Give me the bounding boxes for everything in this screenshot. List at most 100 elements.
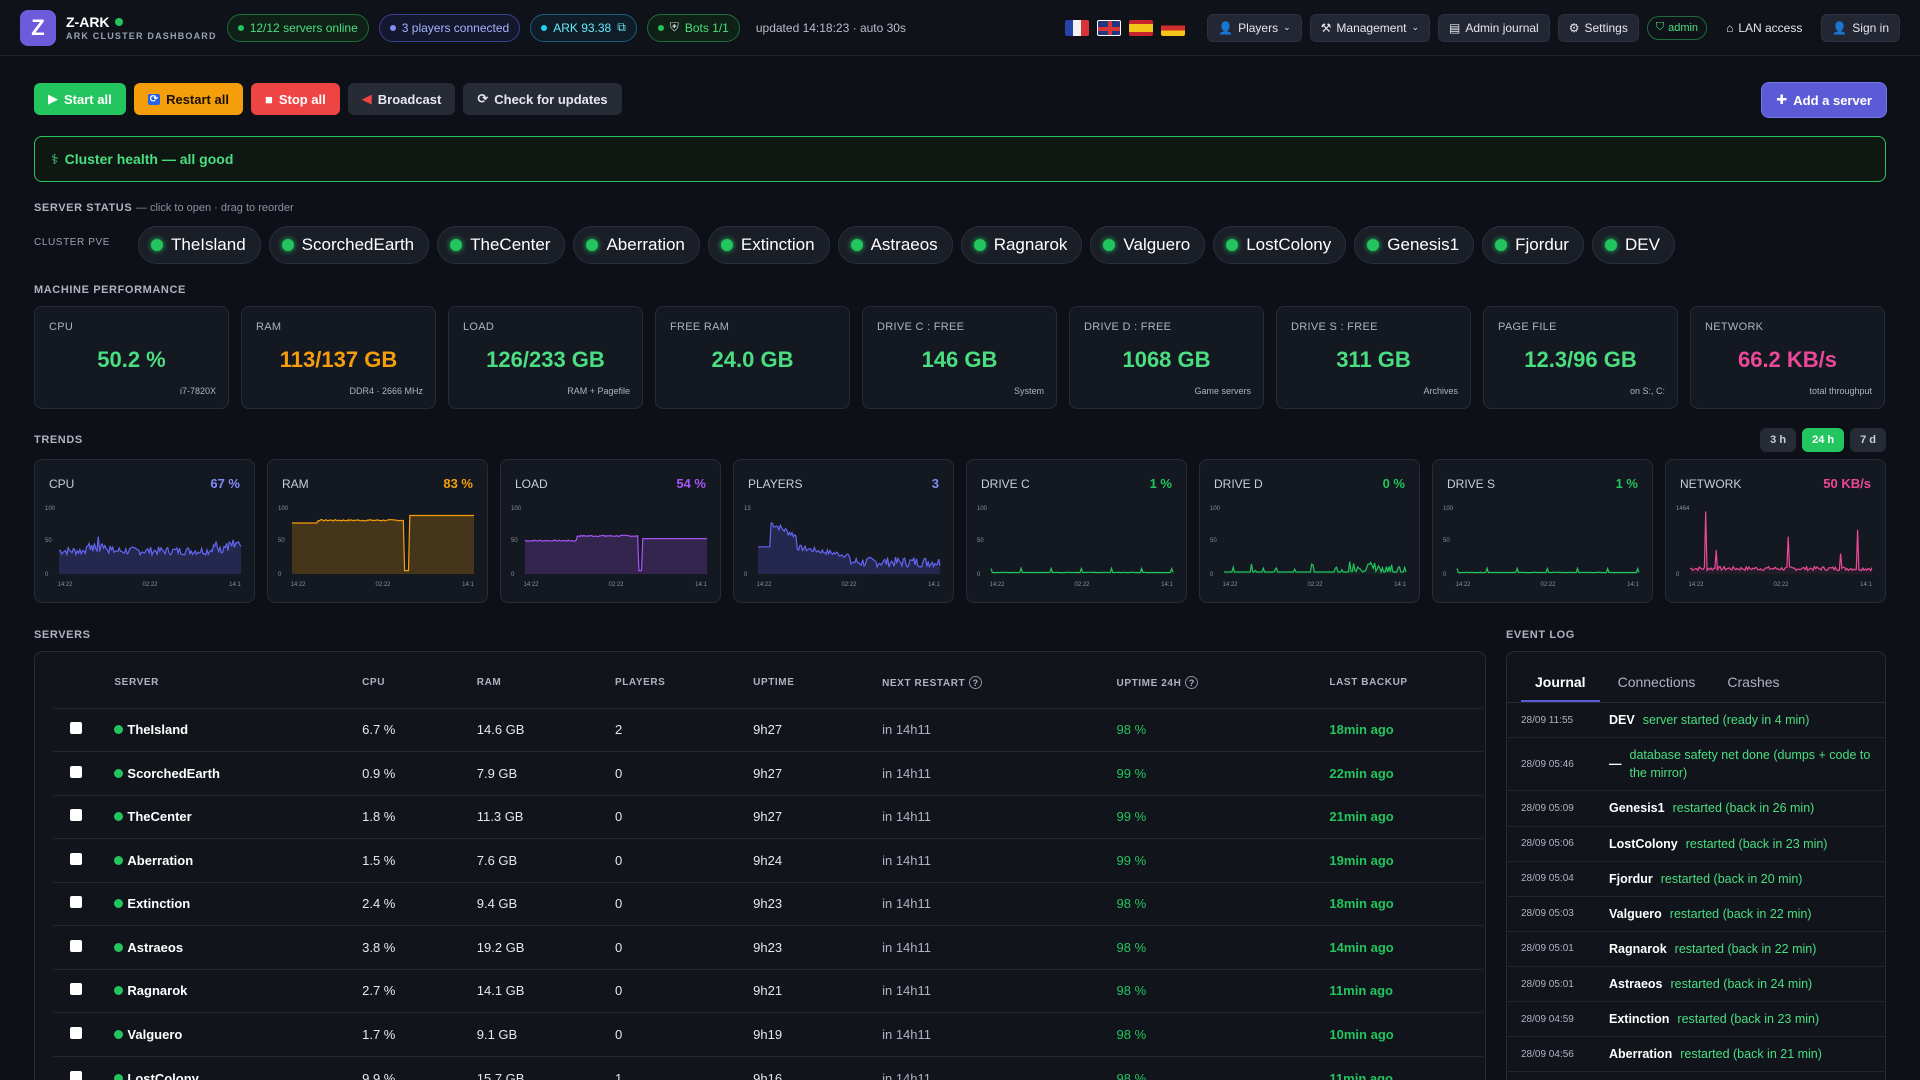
y-axis-zero-label: 0 [1210, 572, 1214, 578]
server-chip[interactable]: Aberration [573, 226, 700, 264]
column-header: RAM [477, 652, 615, 708]
server-name[interactable]: Ragnarok [114, 983, 362, 998]
trend-card-value: 1 % [1149, 476, 1172, 491]
server-chip[interactable]: ScorchedEarth [268, 226, 430, 264]
server-chip[interactable]: Ragnarok [960, 226, 1083, 264]
server-name[interactable]: Aberration [114, 853, 362, 868]
performance-card-value: 113/137 GB [279, 347, 398, 372]
players-connected-pill[interactable]: 3 players connected [378, 13, 521, 42]
settings-button[interactable]: ⚙ Settings [1557, 13, 1639, 42]
broadcast-button[interactable]: ◀ Broadcast [347, 83, 456, 115]
flag-fr-icon[interactable] [1065, 19, 1090, 36]
server-chip[interactable]: Extinction [707, 226, 830, 264]
admin-journal-button[interactable]: ▤ Admin journal [1438, 13, 1550, 42]
server-name[interactable]: Astraeos [114, 940, 362, 955]
row-checkbox[interactable] [70, 1070, 82, 1080]
event-log-item: 28/09 05:06 LostColony restarted (back in … [1507, 827, 1885, 862]
row-checkbox[interactable] [70, 722, 82, 735]
row-checkbox[interactable] [70, 765, 82, 778]
check-updates-button[interactable]: ⟳ Check for updates [463, 83, 622, 115]
server-name[interactable]: Valguero [114, 1027, 362, 1042]
server-name[interactable]: ScorchedEarth [114, 766, 362, 781]
bots-pill[interactable]: ⛨ Bots 1/1 [646, 13, 740, 42]
trend-card-value: 54 % [676, 476, 706, 491]
start-all-button[interactable]: ▶ Start all [34, 83, 126, 115]
performance-card-label: CPU [49, 321, 74, 333]
tab-crashes[interactable]: Crashes [1713, 666, 1793, 702]
cell-players: 0 [614, 1012, 754, 1056]
cell-up24: 98 % [1116, 925, 1330, 969]
server-chip[interactable]: Genesis1 [1354, 226, 1475, 264]
server-chip[interactable]: TheCenter [437, 226, 566, 264]
table-row[interactable]: Valguero 1.7 % 9.1 GB 0 9h19 in 14h11 98 % 10mi… [53, 1012, 1483, 1056]
servers-table: SERVER CPU RAM PLAYERS UPTIME NEXT RESTART? UP… [53, 652, 1483, 1080]
cluster-health-banner: ⚕ Cluster health — all good [34, 136, 1886, 182]
table-row[interactable]: ScorchedEarth 0.9 % 7.9 GB 0 9h27 in 14h11 99 … [53, 751, 1483, 795]
flag-es-icon[interactable] [1129, 19, 1154, 36]
lan-access-button[interactable]: ⌂ LAN access [1715, 14, 1813, 42]
table-row[interactable]: TheCenter 1.8 % 11.3 GB 0 9h27 in 14h11 99 % 21… [53, 794, 1483, 839]
server-chip[interactable]: TheIsland [138, 226, 261, 264]
server-chip[interactable]: Valguero [1090, 226, 1206, 264]
players-menu-button[interactable]: 👤 Players ⌄ [1207, 13, 1302, 42]
table-row[interactable]: Astraeos 3.8 % 19.2 GB 0 9h23 in 14h11 98 % 14m… [53, 925, 1483, 969]
event-server: Extinction [1609, 1012, 1670, 1027]
status-dot-icon [114, 942, 124, 952]
table-row[interactable]: LostColony 9.9 % 15.7 GB 1 9h16 in 14h11 98 % 1… [53, 1055, 1483, 1080]
flag-de-icon[interactable] [1161, 19, 1186, 36]
app-logo[interactable]: Z [20, 9, 56, 46]
performance-card: FREE RAM 24.0 GB [655, 306, 850, 409]
cell-cpu: 6.7 % [362, 707, 477, 752]
range-button[interactable]: 24 h [1802, 428, 1845, 452]
event-time: 28/09 04:59 [1521, 1013, 1574, 1025]
management-menu-button[interactable]: ⚒ Management ⌄ [1309, 13, 1430, 42]
y-axis-zero-label: 0 [511, 572, 515, 578]
server-name[interactable]: LostColony [114, 1071, 362, 1080]
servers-online-pill[interactable]: 12/12 servers online [226, 13, 369, 42]
column-header-label: UPTIME 24H [1116, 678, 1182, 690]
cell-next: in 14h11 [882, 838, 1117, 882]
ark-version-pill[interactable]: ARK 93.38 ⧉ [530, 13, 637, 42]
table-row[interactable]: Aberration 1.5 % 7.6 GB 0 9h24 in 14h11 99 % 19… [53, 838, 1483, 882]
table-row[interactable]: Ragnarok 2.7 % 14.1 GB 0 9h21 in 14h11 98 % 11m… [53, 968, 1483, 1013]
row-checkbox[interactable] [70, 939, 82, 952]
row-checkbox-cell [53, 751, 115, 795]
trend-card: DRIVE C 1 % 100 50 0 14:22 02:22 14:1 [966, 459, 1187, 603]
help-icon[interactable]: ? [969, 676, 983, 690]
restart-all-button[interactable]: ⟳ Restart all [133, 83, 243, 115]
column-header-label: CPU [362, 677, 386, 689]
server-name[interactable]: TheIsland [114, 722, 362, 737]
checkbox-column-header [53, 652, 114, 708]
event-server: — [1609, 757, 1622, 772]
server-chip[interactable]: LostColony [1213, 226, 1347, 264]
sign-in-button[interactable]: 👤 Sign in [1821, 13, 1900, 42]
table-row[interactable]: TheIsland 6.7 % 14.6 GB 2 9h27 in 14h11 98 % 18… [53, 707, 1483, 752]
server-chip[interactable]: DEV [1591, 226, 1675, 264]
flag-en-icon[interactable] [1097, 19, 1122, 36]
row-checkbox[interactable] [70, 1026, 82, 1039]
y-axis-max-label: 100 [977, 506, 988, 512]
table-row[interactable]: Extinction 2.4 % 9.4 GB 0 9h23 in 14h11 98 % 18… [53, 881, 1483, 926]
app-subtitle: ARK CLUSTER DASHBOARD [66, 30, 217, 41]
trend-area [292, 515, 474, 574]
cell-cpu: 3.8 % [362, 925, 477, 969]
cell-ram: 15.7 GB [476, 1055, 615, 1080]
row-checkbox-cell [53, 707, 115, 752]
add-server-button[interactable]: ✚ Add a server [1762, 83, 1886, 117]
server-status-heading: SERVER STATUS [34, 202, 133, 214]
tab-connections[interactable]: Connections [1604, 666, 1710, 702]
stop-all-button[interactable]: ■ Stop all [250, 83, 340, 115]
tab-journal[interactable]: Journal [1521, 666, 1600, 702]
range-button[interactable]: 3 h [1760, 428, 1797, 452]
row-checkbox[interactable] [70, 809, 82, 822]
server-name[interactable]: Extinction [114, 896, 362, 911]
server-chip[interactable]: Fjordur [1482, 226, 1584, 264]
help-icon[interactable]: ? [1185, 676, 1199, 690]
range-button[interactable]: 7 d [1850, 428, 1886, 452]
row-checkbox[interactable] [70, 852, 82, 865]
trend-sparkline: 13 0 14:22 02:22 14:1 [744, 506, 941, 588]
server-name[interactable]: TheCenter [114, 809, 362, 824]
row-checkbox[interactable] [70, 896, 82, 909]
server-chip[interactable]: Astraeos [837, 226, 953, 264]
row-checkbox[interactable] [70, 983, 82, 996]
